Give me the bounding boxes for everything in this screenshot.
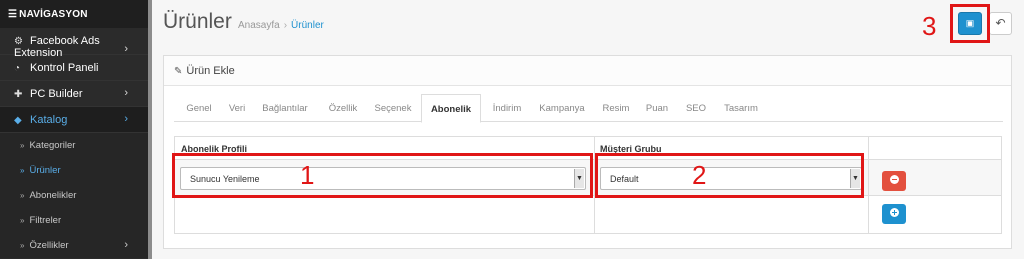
chevron-right-icon: › [124, 87, 128, 99]
sidebar-subitem-ozellikler[interactable]: » Özellikler › [0, 233, 148, 258]
page-title: Ürünler [163, 10, 232, 33]
sidebar-item-label: PC Builder [30, 88, 83, 100]
sidebar-subitem-label: Ürünler [29, 165, 61, 176]
column-divider [868, 137, 869, 233]
sidebar-item-katalog[interactable]: ◆ Katalog › [0, 107, 148, 133]
chevron-right-icon: › [124, 239, 128, 251]
sidebar-item-label: Kontrol Paneli [30, 62, 99, 74]
tab-bar: Genel Veri Bağlantılar Özellik Seçenek A… [174, 94, 1003, 123]
main-content: Ürünler Anasayfa › Ürünler ▣ ↶ ✎ Ürün Ekle … [152, 0, 1024, 259]
tab-resim[interactable]: Resim [599, 94, 633, 122]
product-form-panel: ✎ Ürün Ekle Genel Veri Bağlantılar Özelli… [163, 55, 1012, 249]
plus-circle-icon [889, 208, 899, 217]
pencil-icon: ✎ [174, 66, 183, 77]
annotation-box-2 [595, 153, 864, 198]
gear-group-icon: ⚙ [14, 36, 23, 47]
sidebar-subitem-abonelikler[interactable]: » Abonelikler [0, 183, 148, 208]
minus-circle-icon [889, 175, 899, 184]
back-button[interactable]: ↶ [989, 12, 1012, 35]
breadcrumb-separator-icon: › [283, 20, 288, 31]
panel-title: Ürün Ekle [186, 65, 235, 77]
hamburger-icon[interactable]: ☰ [8, 9, 17, 20]
annotation-number-1: 1 [300, 160, 315, 190]
double-chevron-icon: » [20, 166, 25, 175]
add-subscription-button[interactable] [882, 204, 906, 224]
reply-arrow-icon: ↶ [995, 16, 1006, 30]
sidebar-subitem-kategoriler[interactable]: » Kategoriler [0, 133, 148, 158]
breadcrumb: Anasayfa › Ürünler [238, 20, 324, 31]
tab-seo[interactable]: SEO [682, 94, 710, 122]
sidebar-subitem-label: Kategoriler [29, 140, 76, 151]
sidebar-item-kontrol-paneli[interactable]: ◔ Kontrol Paneli [0, 55, 148, 81]
sidebar-item-facebook-ads-extension[interactable]: ⚙ Facebook Ads Extension › [0, 28, 148, 59]
chevron-right-icon: › [124, 43, 128, 55]
tab-indirim[interactable]: İndirim [488, 94, 526, 122]
sidebar-subitem-label: Özellikler [29, 240, 69, 251]
tab-kampanya[interactable]: Kampanya [534, 94, 590, 122]
sidebar-subitem-label: Abonelikler [29, 190, 77, 201]
annotation-number-3: 3 [922, 11, 937, 41]
tab-puan[interactable]: Puan [642, 94, 672, 122]
tab-secenek[interactable]: Seçenek [371, 94, 415, 122]
tab-veri[interactable]: Veri [224, 94, 250, 122]
page-header: Ürünler Anasayfa › Ürünler ▣ ↶ [152, 0, 1024, 50]
column-header-actions [868, 137, 1001, 160]
double-chevron-icon: » [20, 241, 25, 250]
tab-genel[interactable]: Genel [182, 94, 216, 122]
remove-subscription-button[interactable] [882, 171, 906, 191]
double-chevron-icon: » [20, 141, 25, 150]
panel-heading: ✎ Ürün Ekle [164, 56, 1011, 86]
sidebar-item-label: Katalog [30, 114, 68, 126]
double-chevron-icon: » [20, 191, 25, 200]
dashboard-icon: ◔ [14, 63, 21, 74]
breadcrumb-home-link[interactable]: Anasayfa [238, 20, 280, 31]
chevron-right-icon: › [124, 113, 128, 125]
sidebar-item-pc-builder[interactable]: ✚ PC Builder › [0, 81, 148, 107]
tab-ozellik[interactable]: Özellik [323, 94, 363, 122]
tag-icon: ◆ [14, 115, 22, 126]
breadcrumb-current-link[interactable]: Ürünler [291, 20, 324, 31]
sidebar-subitem-urunler[interactable]: » Ürünler [0, 158, 148, 183]
annotation-box-3 [950, 4, 990, 43]
double-chevron-icon: » [20, 216, 25, 225]
sidebar-subitem-filtreler[interactable]: » Filtreler [0, 208, 148, 233]
tab-baglantilar[interactable]: Bağlantılar [254, 94, 316, 122]
puzzle-icon: ✚ [14, 89, 23, 100]
sidebar: ☰ NAVİGASYON ⚙ Facebook Ads Extension › ◔ K… [0, 0, 148, 259]
annotation-box-1 [172, 153, 593, 198]
tab-abonelik[interactable]: Abonelik [421, 94, 481, 123]
navigation-header-label: NAVİGASYON [19, 9, 88, 20]
navigation-header: ☰ NAVİGASYON [0, 0, 148, 28]
sidebar-subitem-label: Filtreler [29, 215, 62, 226]
tab-tasarim[interactable]: Tasarım [717, 94, 765, 122]
annotation-number-2: 2 [692, 160, 707, 190]
